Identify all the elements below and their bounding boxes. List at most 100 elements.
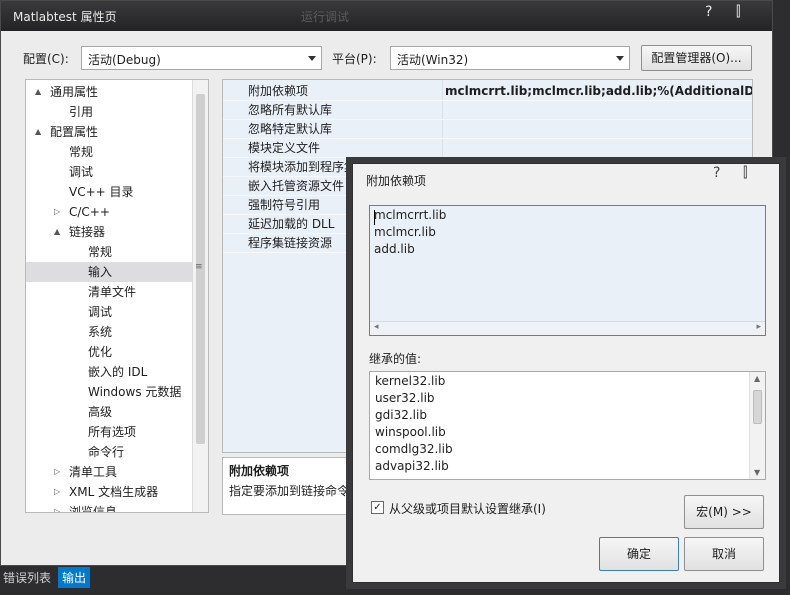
cancel-button[interactable]: 取消 [684,537,764,571]
property-name: 嵌入托管资源文件 [248,179,345,193]
tree-item[interactable]: 常规 [26,242,192,262]
property-name: 将模块添加到程序集 [248,160,357,174]
tree-item-label: 通用属性 [50,85,99,99]
tree-item-label: Windows 元数据 [88,385,182,399]
tree-item-label: 配置属性 [50,125,99,139]
property-name: 程序集链接资源 [248,236,333,250]
tree-item-label: 浏览信息 [69,505,118,513]
tree-item[interactable]: ▲ 链接器 [26,222,192,242]
pin-icon[interactable]: ⫿ [743,165,747,181]
tree-item[interactable]: 清单文件 [26,282,192,302]
scroll-up-icon[interactable]: ▲ [754,374,760,383]
tree-item[interactable]: ▲ 配置属性 [26,122,192,142]
property-name: 延迟加载的 DLL [248,217,335,231]
tree-item[interactable]: ▷ C/C++ [26,202,192,222]
tree-item[interactable]: 高级 [26,402,192,422]
tree-item-label: XML 文档生成器 [69,485,159,499]
help-icon[interactable]: ? [713,165,720,181]
inherited-item: winspool.lib [375,425,446,439]
property-value[interactable]: mclmcrrt.lib;mclmcr.lib;add.lib;%(Additi… [445,82,752,101]
window-title: Matlabtest 属性页 [13,10,117,24]
expand-arrow-icon[interactable]: ▷ [54,462,60,482]
inherited-item: comdlg32.lib [375,442,453,456]
inherit-checkbox-label[interactable]: 从父级或项目默认设置继承(I) [389,500,546,517]
config-manager-button[interactable]: 配置管理器(O)... [641,45,752,71]
config-dropdown[interactable]: 活动(Debug) [81,46,322,70]
dependency-line: mclmcr.lib [374,225,436,239]
tree-item-label: 清单文件 [88,285,137,299]
tree-item-label: 常规 [88,245,113,259]
tree-item-label: 所有选项 [88,425,137,439]
title-bar: Matlabtest 属性页 运行调试 ? ⫿ [1,1,772,31]
tree-item[interactable]: ▲ 通用属性 [26,82,192,102]
expand-arrow-icon[interactable]: ▷ [54,202,60,222]
collapse-arrow-icon[interactable]: ▲ [54,222,60,242]
tree-item[interactable]: 调试 [26,162,192,182]
tab-error-list[interactable]: 错误列表 [3,569,51,586]
expand-arrow-icon[interactable]: ▷ [54,502,60,512]
pin-icon[interactable]: ⫿ [736,4,740,20]
inherit-checkbox[interactable]: ✓ [371,501,384,514]
scroll-right-icon[interactable]: ▸ [756,322,761,332]
tree-item[interactable]: 调试 [26,302,192,322]
property-name: 附加依赖项 [248,84,309,98]
tree-item[interactable]: 引用 [26,102,192,122]
scrollbar-thumb[interactable] [753,390,762,424]
property-row[interactable]: 忽略所有默认库 [223,101,752,120]
tree-item-label: 输入 [88,265,113,279]
dependency-line: add.lib [374,242,415,256]
tab-output[interactable]: 输出 [58,567,91,588]
dialog-title: 附加依赖项 [366,174,427,188]
tree-item[interactable]: VC++ 目录 [26,182,192,202]
tree-item[interactable]: 命令行 [26,442,192,462]
platform-dropdown[interactable]: 活动(Win32) [390,46,630,70]
tree-item-label: 调试 [88,305,113,319]
chevron-down-icon [308,56,316,61]
tree-item[interactable]: Windows 元数据 [26,382,192,402]
tree-item[interactable]: ▷ XML 文档生成器 [26,482,192,502]
tree-item[interactable]: 输入 [26,262,192,282]
inherited-item: advapi32.lib [375,459,449,473]
tree-item-label: 调试 [69,165,94,179]
expand-arrow-icon[interactable]: ▷ [54,482,60,502]
inherited-scrollbar[interactable]: ▲ ▼ [749,372,765,479]
config-label: 配置(C): [23,52,69,66]
tree-scrollbar[interactable]: ≡ [192,80,208,512]
platform-label: 平台(P): [332,52,377,66]
additional-dependencies-dialog: 附加依赖项 ? ⫿ mclmcrrt.lib mclmcr.lib add.li… [352,163,780,583]
inherited-item: kernel32.lib [375,374,446,388]
property-name: 忽略所有默认库 [248,103,333,117]
tree-item-label: 命令行 [88,445,125,459]
background-window-title: 运行调试 [301,10,350,24]
platform-value: 活动(Win32) [397,53,469,67]
tree-item-label: 引用 [69,105,94,119]
tree-item[interactable]: 嵌入的 IDL [26,362,192,382]
configuration-row: 配置(C): 活动(Debug) 平台(P): 活动(Win32) 配置管理器(… [1,45,772,71]
tree-item[interactable]: 优化 [26,342,192,362]
property-row[interactable]: 模块定义文件 [223,139,752,158]
help-icon[interactable]: ? [705,4,712,20]
grip-icon: ≡ [195,262,203,272]
tree-item[interactable]: ▷ 浏览信息 [26,502,192,513]
property-row[interactable]: 附加依赖项 mclmcrrt.lib;mclmcr.lib;add.lib;%(A… [223,82,752,101]
horizontal-scrollbar[interactable]: ◂ ▸ [370,321,765,335]
tree-item-label: C/C++ [69,205,110,219]
tree-item[interactable]: 系统 [26,322,192,342]
macro-button[interactable]: 宏(M) >> [684,495,764,529]
scroll-left-icon[interactable]: ◂ [374,322,379,332]
inherited-item: user32.lib [375,391,435,405]
tree-item-label: 系统 [88,325,113,339]
tree-item-label: 常规 [69,145,94,159]
tree-item[interactable]: ▷ 清单工具 [26,462,192,482]
tree-item-label: VC++ 目录 [69,185,134,199]
collapse-arrow-icon[interactable]: ▲ [35,122,41,142]
collapse-arrow-icon[interactable]: ▲ [35,82,41,102]
inherited-values-label: 继承的值: [369,352,422,366]
tree-item[interactable]: 常规 [26,142,192,162]
ok-button[interactable]: 确定 [599,537,679,571]
property-row[interactable]: 忽略特定默认库 [223,120,752,139]
scroll-down-icon[interactable]: ▼ [754,468,760,477]
tree-item[interactable]: 所有选项 [26,422,192,442]
dependencies-textarea[interactable]: mclmcrrt.lib mclmcr.lib add.lib ◂ ▸ [369,205,766,336]
tree-item-label: 链接器 [69,225,106,239]
